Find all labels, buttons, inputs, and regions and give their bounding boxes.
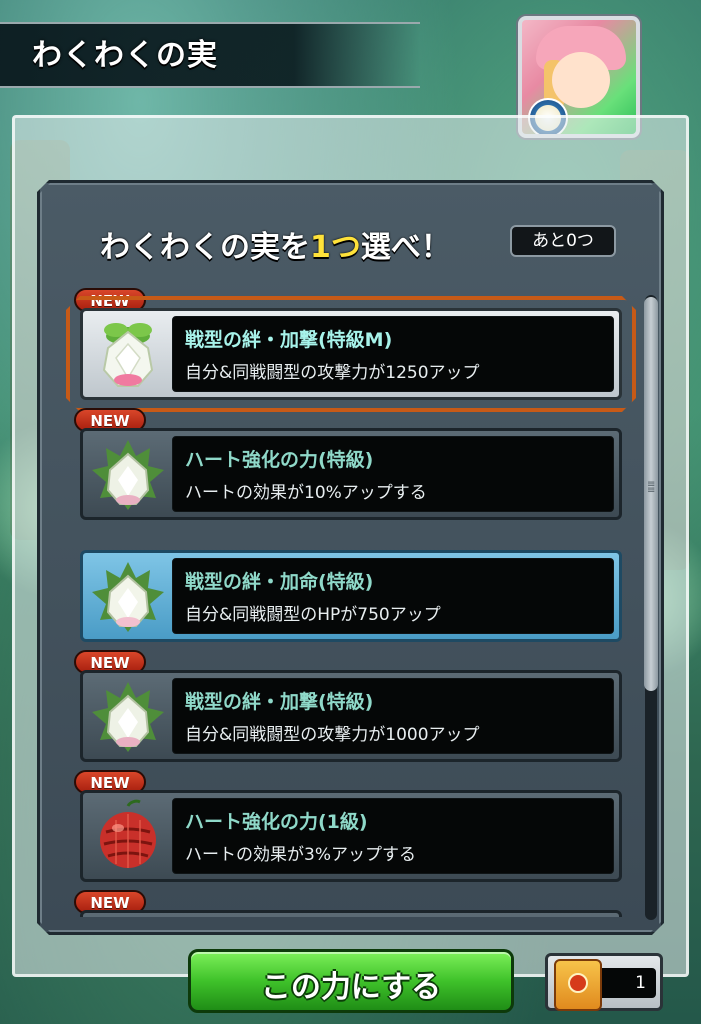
fruit-card[interactable]: 戦型の絆・加撃(特級) 自分&同戦闘型の攻撃力が1000アップ	[80, 670, 622, 762]
red-fruit-icon	[86, 796, 170, 876]
scroll-item-icon	[554, 959, 602, 1011]
fruit-name: 戦型の絆・加命(特級)	[185, 571, 374, 593]
fruit-description: 自分&同戦闘型の攻撃力が1250アップ	[185, 363, 480, 383]
confirm-button-label: この力にする	[260, 970, 442, 1005]
white-lotus-fruit-icon	[86, 556, 170, 636]
fruit-description: ハートの効果が10%アップする	[185, 483, 427, 503]
card-text-box: 戦型の絆・加撃(特級M) 自分&同戦闘型の攻撃力が1250アップ	[172, 316, 614, 392]
card-text-box: ハート強化の力(特級) ハートの効果が10%アップする	[172, 436, 614, 512]
fruit-name: 戦型の絆・加撃(特級M)	[185, 329, 393, 351]
card-text-box: 戦型の絆・加撃(特級) 自分&同戦闘型の攻撃力が1000アップ	[172, 678, 614, 754]
card-text-box: 戦型の絆・加命(特級) 自分&同戦闘型のHPが750アップ	[172, 558, 614, 634]
fruit-description: ハートの効果が3%アップする	[185, 845, 416, 865]
selection-heading: わくわくの実を1つ選べ！	[100, 222, 451, 266]
fruit-name: ハート強化の力(1級)	[185, 811, 368, 833]
avatar-face	[552, 52, 610, 108]
card-frame	[80, 910, 622, 917]
confirm-button[interactable]: この力にする	[188, 949, 514, 1013]
fruit-list[interactable]: NEW 戦型の絆・加撃(特級M) 自分&同戦闘型の攻撃力が1250アップ NEW	[60, 282, 640, 917]
scrollbar-grip-icon: ≡ ≡	[647, 479, 656, 496]
item-count: 1	[635, 973, 646, 993]
remaining-count-badge: あと0つ	[510, 225, 616, 257]
heading-text: わくわくの実を	[100, 230, 310, 265]
fruit-card[interactable]: 戦型の絆・加命(特級) 自分&同戦闘型のHPが750アップ	[80, 550, 622, 642]
fruit-description: 自分&同戦闘型のHPが750アップ	[185, 605, 441, 625]
fruit-description: 自分&同戦闘型の攻撃力が1000アップ	[185, 725, 480, 745]
fruit-card[interactable]: ハート強化の力(1級) ハートの効果が3%アップする	[80, 790, 622, 882]
fruit-name: ハート強化の力(特級)	[185, 449, 374, 471]
heading-count: 1つ	[310, 230, 361, 265]
white-lotus-fruit-icon	[86, 676, 170, 756]
item-counter[interactable]: 1	[545, 953, 663, 1011]
white-lotus-fruit-icon	[86, 314, 170, 394]
card-text-box: ハート強化の力(1級) ハートの効果が3%アップする	[172, 798, 614, 874]
fruit-card[interactable]: 戦型の絆・加撃(特級M) 自分&同戦闘型の攻撃力が1250アップ	[80, 308, 622, 400]
white-lotus-fruit-icon	[86, 434, 170, 514]
page-title: わくわくの実	[32, 38, 218, 73]
fruit-card[interactable]: ハート強化の力(特級) ハートの効果が10%アップする	[80, 428, 622, 520]
fruit-card[interactable]	[80, 910, 622, 917]
fruit-name: 戦型の絆・加撃(特級)	[185, 691, 374, 713]
heading-text-end: 選べ！	[360, 230, 451, 265]
